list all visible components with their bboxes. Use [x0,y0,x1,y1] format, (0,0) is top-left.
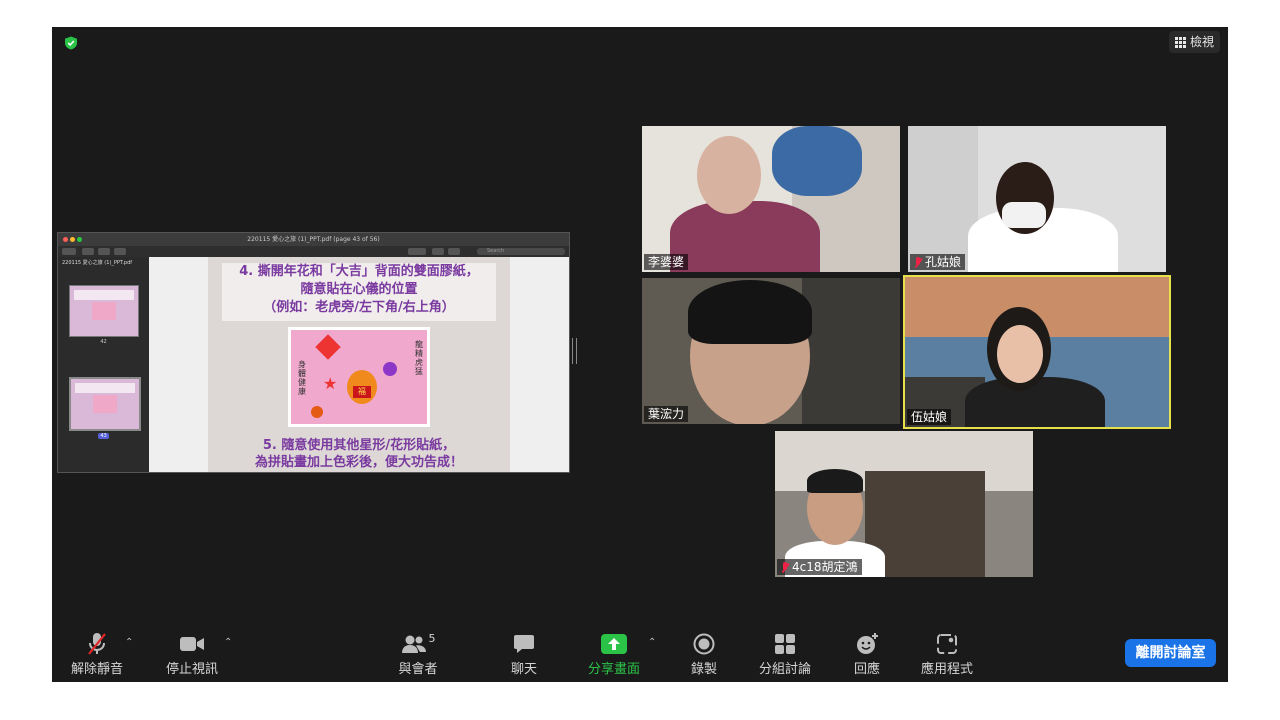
video-tile[interactable]: 孔姑娘 [908,126,1166,272]
muted-mic-icon [914,256,922,268]
slide-step4-text: 4. 撕開年花和「大吉」背面的雙面膠紙， 隨意貼在心儀的位置 （例如：老虎旁/左… [222,263,496,321]
pdf-page-area: 4. 撕開年花和「大吉」背面的雙面膠紙， 隨意貼在心儀的位置 （例如：老虎旁/左… [149,257,569,472]
record-icon [659,632,749,656]
split-drag-handle[interactable] [572,338,577,364]
share-screen-icon [569,632,659,656]
pdf-search-input[interactable]: Search [477,248,565,255]
pdf-thumbnail-sidebar: 220115 愛心之旅 (1)_PPT.pdf 42 43 [58,257,149,472]
participant-name-tag: 葉浤力 [644,406,689,422]
participant-name-tag: 李婆婆 [644,254,689,270]
markup-icon[interactable] [408,248,426,255]
shared-screen[interactable]: 220115 愛心之旅 (1)_PPT.pdf (page 43 of 56) … [57,232,570,473]
close-dot-icon[interactable] [63,237,68,242]
rotate-icon[interactable] [432,248,444,255]
minimize-dot-icon[interactable] [70,237,75,242]
audio-options-caret-icon[interactable]: ⌃ [125,637,133,648]
participant-name-tag: 孔姑娘 [910,254,966,270]
video-tile[interactable]: 李婆婆 [642,126,900,272]
participants-button[interactable]: 5 與會者 [373,632,463,677]
view-label: 檢視 [1189,35,1214,49]
zoom-meeting-window: 檢視 220115 愛心之旅 (1)_PPT.pdf (page 43 of 5… [52,27,1228,682]
share-icon[interactable] [114,248,126,255]
leave-breakout-room-button[interactable]: 離開討論室 [1125,639,1216,667]
reactions-button[interactable]: 回應 [822,632,912,677]
apps-button[interactable]: 應用程式 [902,632,992,677]
participant-name-tag: 伍姑娘 [907,409,952,425]
muted-mic-icon [781,561,789,573]
breakout-rooms-button[interactable]: 分組討論 [740,632,830,677]
record-button[interactable]: 錄製 [659,632,749,677]
share-screen-button[interactable]: 分享畫面 [569,632,659,677]
participants-icon: 5 [373,632,463,656]
participant-name-tag: 4c18胡定鴻 [777,559,862,575]
video-tile-active-speaker[interactable]: 伍姑娘 [903,275,1171,429]
pdf-toolbar: Search [58,246,569,257]
thumbnail-page-number-selected: 43 [98,433,109,439]
chat-bubble-icon [479,632,569,656]
smiley-plus-icon [822,632,912,656]
sidebar-file-title: 220115 愛心之旅 (1)_PPT.pdf [62,260,133,266]
video-options-caret-icon[interactable]: ⌃ [224,637,232,648]
share-options-caret-icon[interactable]: ⌃ [648,637,656,648]
video-tile[interactable]: 葉浤力 [642,278,900,424]
zoom-dot-icon[interactable] [77,237,82,242]
slide-step5-text: 5. 隨意使用其他星形/花形貼紙， 為拼貼畫加上色彩後，便大功告成！ [254,438,463,470]
grid-icon [1174,36,1186,48]
view-button[interactable]: 檢視 [1168,31,1220,53]
zoom-out-icon[interactable] [82,248,94,255]
pdf-window-title: 220115 愛心之旅 (1)_PPT.pdf (page 43 of 56) [247,236,380,243]
encryption-shield-icon[interactable] [64,36,78,50]
breakout-grid-icon [740,632,830,656]
tiger-collage-image: 福 ★ 身體健康 龍精虎猛 [288,327,430,427]
apps-icon [902,632,992,656]
chat-button[interactable]: 聊天 [479,632,569,677]
participants-count: 5 [428,632,436,645]
thumbnail-page-43[interactable] [69,377,141,431]
slide-page: 4. 撕開年花和「大吉」背面的雙面膠紙， 隨意貼在心儀的位置 （例如：老虎旁/左… [208,257,510,472]
thumbnail-page-number: 42 [100,339,107,345]
pdf-window-titlebar: 220115 愛心之旅 (1)_PPT.pdf (page 43 of 56) [58,233,569,246]
video-tile[interactable]: 4c18胡定鴻 [775,431,1033,577]
sidebar-toggle-icon[interactable] [62,248,76,255]
annotate-icon[interactable] [448,248,460,255]
thumbnail-page-42[interactable] [69,285,139,337]
zoom-in-icon[interactable] [98,248,110,255]
